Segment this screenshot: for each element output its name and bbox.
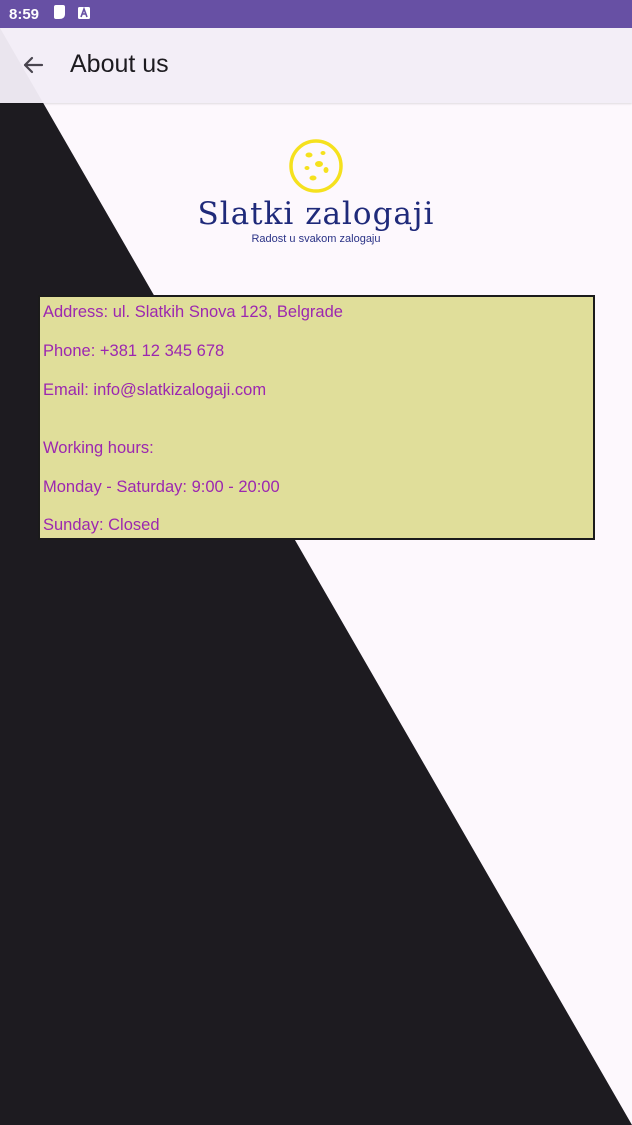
arrow-back-icon <box>23 56 44 74</box>
status-time: 8:59 <box>9 5 40 23</box>
working-hours-heading: Working hours: <box>43 439 154 457</box>
phone-text: Phone: +381 12 345 678 <box>43 342 225 360</box>
brand-logo: Slatki zalogaji Radost u svakom zalogaju <box>180 138 452 263</box>
weekday-hours-text: Monday - Saturday: 9:00 - 20:00 <box>43 478 280 496</box>
brand-name: Slatki zalogaji <box>197 196 435 232</box>
app-bar: About us <box>0 28 632 103</box>
cookie-icon <box>289 139 343 193</box>
status-bar: 8:59 <box>0 0 632 28</box>
sunday-hours-text: Sunday: Closed <box>43 516 160 534</box>
page-title: About us <box>70 50 169 78</box>
back-button[interactable] <box>16 48 50 82</box>
notification-icon <box>53 5 66 23</box>
email-text: Email: info@slatkizalogaji.com <box>43 381 267 399</box>
a-letter-icon <box>78 6 91 23</box>
brand-tagline: Radost u svakom zalogaju <box>251 233 381 245</box>
address-text: Address: ul. Slatkih Snova 123, Belgrade <box>43 303 343 321</box>
contact-info-box: Address: ul. Slatkih Snova 123, Belgrade… <box>38 295 595 540</box>
